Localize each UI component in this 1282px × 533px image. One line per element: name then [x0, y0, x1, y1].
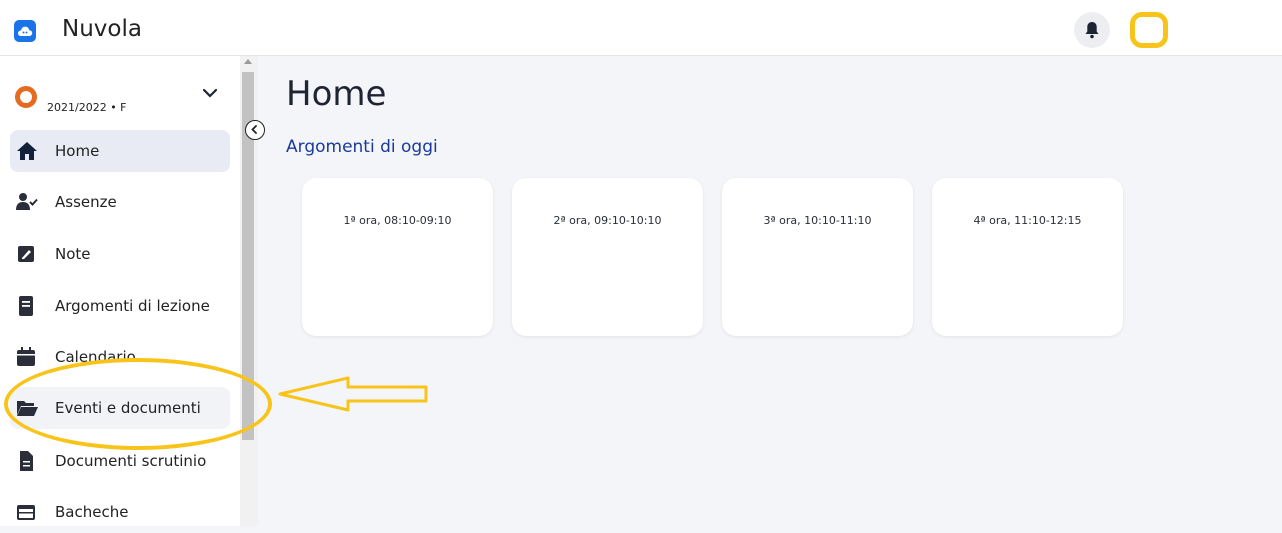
- lesson-card[interactable]: 1ª ora, 08:10-09:10: [302, 178, 493, 336]
- page-title: Home: [286, 74, 387, 114]
- school-year-label: 2021/2022 • F: [47, 101, 127, 114]
- sidebar-item-label: Argomenti di lezione: [55, 297, 210, 315]
- calendar-icon: [17, 347, 35, 366]
- sidebar-item-label: Home: [55, 142, 100, 160]
- sidebar: 2021/2022 • F Home Assenze Note Argoment…: [0, 56, 240, 526]
- highlight-ellipse-annotation: [4, 358, 272, 450]
- sidebar-item-note[interactable]: Note: [10, 233, 230, 275]
- lesson-card[interactable]: 2ª ora, 09:10-10:10: [512, 178, 703, 336]
- cloud-icon[interactable]: [14, 20, 36, 42]
- chevron-down-icon[interactable]: [202, 88, 218, 98]
- app-title: Nuvola: [62, 16, 142, 42]
- lesson-card-label: 4ª ora, 11:10-12:15: [973, 214, 1082, 227]
- section-title: Argomenti di oggi: [286, 137, 438, 157]
- notifications-button[interactable]: [1074, 12, 1110, 48]
- user-check-icon: [16, 193, 38, 210]
- sidebar-item-label: Note: [55, 245, 91, 263]
- bell-icon: [1085, 22, 1099, 39]
- chevron-left-icon: [251, 125, 257, 134]
- lesson-card-label: 3ª ora, 10:10-11:10: [763, 214, 872, 227]
- avatar[interactable]: [1130, 12, 1168, 48]
- board-icon: [17, 505, 35, 520]
- home-icon: [17, 142, 37, 160]
- arrow-left-annotation-icon: [278, 376, 428, 412]
- sidebar-item-label: Bacheche: [55, 503, 129, 521]
- sidebar-item-home[interactable]: Home: [10, 130, 230, 172]
- lesson-card[interactable]: 4ª ora, 11:10-12:15: [932, 178, 1123, 336]
- lesson-card-label: 1ª ora, 08:10-09:10: [343, 214, 452, 227]
- book-icon: [19, 296, 33, 316]
- sidebar-item-assenze[interactable]: Assenze: [10, 181, 230, 223]
- collapse-sidebar-button[interactable]: [245, 120, 265, 140]
- file-text-icon: [20, 451, 33, 471]
- lesson-card[interactable]: 3ª ora, 10:10-11:10: [722, 178, 913, 336]
- sidebar-item-bacheche[interactable]: Bacheche: [10, 491, 230, 533]
- school-year-icon: [15, 86, 37, 108]
- sidebar-item-label: Assenze: [55, 193, 117, 211]
- scroll-up-arrow[interactable]: [244, 59, 252, 64]
- note-icon: [18, 246, 34, 262]
- lesson-card-label: 2ª ora, 09:10-10:10: [553, 214, 662, 227]
- sidebar-item-label: Documenti scrutinio: [55, 452, 207, 470]
- top-bar: Nuvola: [0, 0, 1282, 56]
- sidebar-item-argomenti-di-lezione[interactable]: Argomenti di lezione: [10, 285, 230, 327]
